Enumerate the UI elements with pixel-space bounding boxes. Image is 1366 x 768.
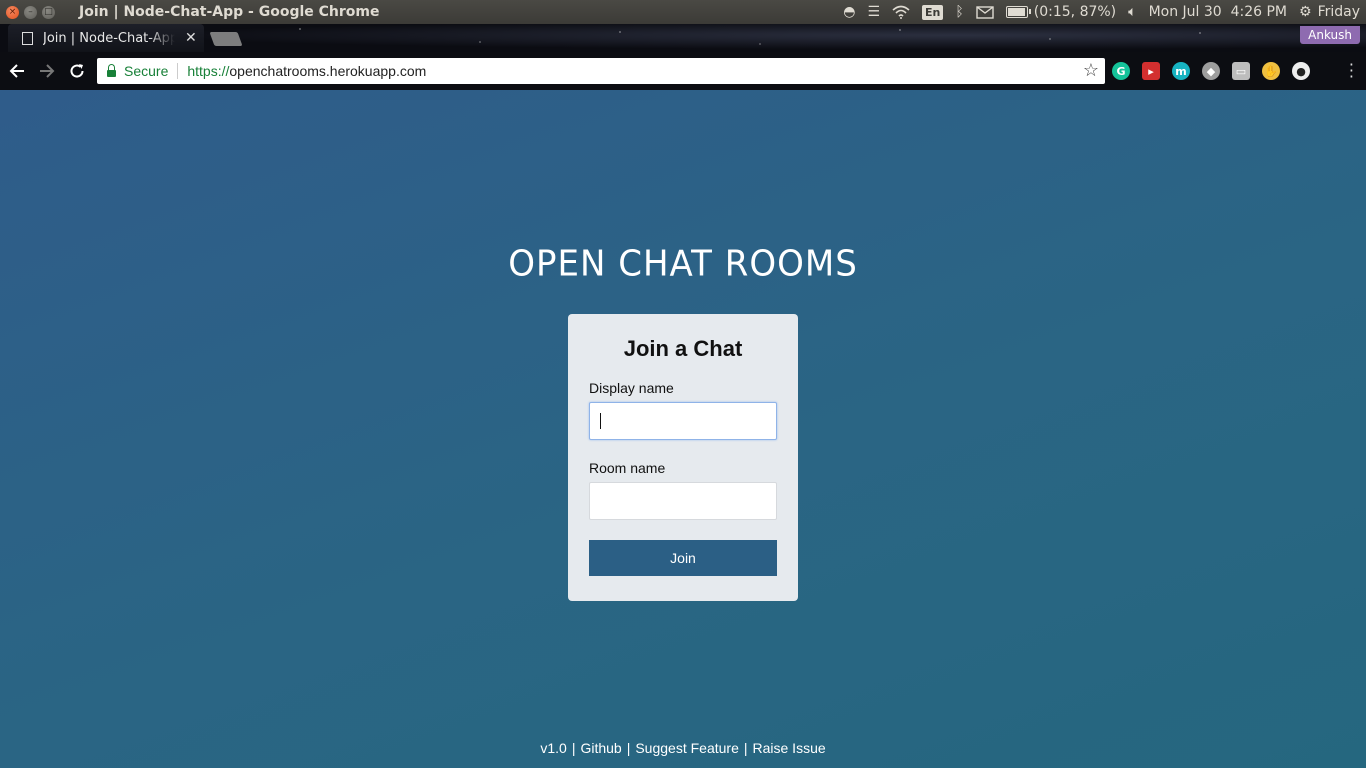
arrow-right-icon <box>40 64 55 78</box>
reload-button[interactable] <box>64 58 90 84</box>
session-label: Friday <box>1317 4 1360 20</box>
wifi-icon[interactable] <box>886 0 916 24</box>
page-body: OPEN CHAT ROOMS Join a Chat Display name… <box>0 90 1366 768</box>
suggest-feature-link[interactable]: Suggest Feature <box>635 740 739 756</box>
tab-label: Join | Node-Chat-App <box>43 30 175 46</box>
address-bar[interactable]: Secure https://openchatrooms.herokuapp.c… <box>97 58 1105 84</box>
secure-label[interactable]: Secure <box>124 63 168 79</box>
system-tray: ◓ ☰ En ᛒ (0:15, 87%) 🔈︎ Mon Jul 30 4:26 … <box>837 0 1366 24</box>
clock-label: Mon Jul 30 4:26 PM <box>1148 4 1287 20</box>
form-title: Join a Chat <box>623 336 743 361</box>
footer-separator: | <box>571 740 576 756</box>
battery-icon <box>1005 6 1031 18</box>
lock-icon <box>107 63 116 77</box>
battery-indicator[interactable]: (0:15, 87%) <box>1000 0 1122 24</box>
dropbox-icon[interactable]: ◓ <box>837 0 861 24</box>
extensions-area: G ▸ m ◆ ▭ ✋ ● <box>1112 52 1310 90</box>
grammarly-icon[interactable]: G <box>1112 62 1130 80</box>
system-top-panel: × – □ Join | Node-Chat-App - Google Chro… <box>0 0 1366 24</box>
url-scheme: https:// <box>187 63 230 79</box>
window-controls: × – □ <box>6 5 55 19</box>
forward-button[interactable] <box>34 58 60 84</box>
back-button[interactable] <box>4 58 30 84</box>
window-title: Join | Node-Chat-App - Google Chrome <box>79 4 380 20</box>
circle-extension-icon[interactable]: ● <box>1292 62 1310 80</box>
footer-separator: | <box>743 740 748 756</box>
red-extension-icon[interactable]: ▸ <box>1142 62 1160 80</box>
battery-status: (0:15, 87%) <box>1033 4 1117 20</box>
window-minimize-button[interactable]: – <box>24 5 37 19</box>
bluetooth-icon[interactable]: ᛒ <box>949 0 969 24</box>
display-name-label: Display name <box>589 380 674 396</box>
footer: v1.0 | Github | Suggest Feature | Raise Issue <box>0 740 1366 756</box>
page-icon <box>22 31 33 45</box>
keyboard-layout-label: En <box>922 4 944 20</box>
new-tab-button[interactable] <box>209 32 243 46</box>
m-extension-icon[interactable]: m <box>1172 62 1190 80</box>
session-menu[interactable]: ⚙ Friday <box>1293 0 1366 24</box>
clock[interactable]: Mon Jul 30 4:26 PM <box>1143 0 1293 24</box>
omnibox-divider <box>177 63 179 79</box>
volume-icon[interactable]: 🔈︎ <box>1122 0 1142 24</box>
display-name-input[interactable] <box>589 402 777 440</box>
join-button[interactable]: Join <box>589 540 777 576</box>
chat-extension-icon[interactable]: ▭ <box>1232 62 1250 80</box>
github-link[interactable]: Github <box>580 740 621 756</box>
reload-icon <box>70 64 84 78</box>
room-name-input[interactable] <box>589 482 777 520</box>
window-maximize-button[interactable]: □ <box>42 5 55 19</box>
tab-close-icon[interactable]: ✕ <box>185 30 197 46</box>
mail-icon[interactable] <box>970 0 1000 24</box>
raise-issue-link[interactable]: Raise Issue <box>753 740 826 756</box>
join-form-card: Join a Chat Display name Room name Join <box>568 314 798 601</box>
brand-title: OPEN CHAT ROOMS <box>508 243 858 285</box>
hand-extension-icon[interactable]: ✋ <box>1262 62 1280 80</box>
keyboard-layout-indicator[interactable]: En <box>916 0 949 24</box>
text-cursor <box>600 413 601 429</box>
footer-separator: | <box>626 740 631 756</box>
version-label: v1.0 <box>540 740 567 756</box>
browser-tab-strip: Join | Node-Chat-App ✕ Ankush <box>0 24 1366 52</box>
settings-gear-icon: ⚙ <box>1299 4 1312 20</box>
bookmark-star-icon[interactable]: ☆ <box>1083 60 1099 81</box>
window-close-button[interactable]: × <box>6 5 19 19</box>
grey-extension-icon[interactable]: ◆ <box>1202 62 1220 80</box>
arrow-left-icon <box>9 64 24 78</box>
url-host: openchatrooms.herokuapp.com <box>229 63 427 79</box>
profile-button[interactable]: Ankush <box>1300 26 1360 44</box>
browser-tab-active[interactable]: Join | Node-Chat-App ✕ <box>8 24 204 52</box>
browser-menu-button[interactable]: · · · <box>1349 57 1354 85</box>
browser-toolbar: Secure https://openchatrooms.herokuapp.c… <box>0 52 1366 90</box>
room-name-label: Room name <box>589 460 666 476</box>
list-icon[interactable]: ☰ <box>861 0 886 24</box>
